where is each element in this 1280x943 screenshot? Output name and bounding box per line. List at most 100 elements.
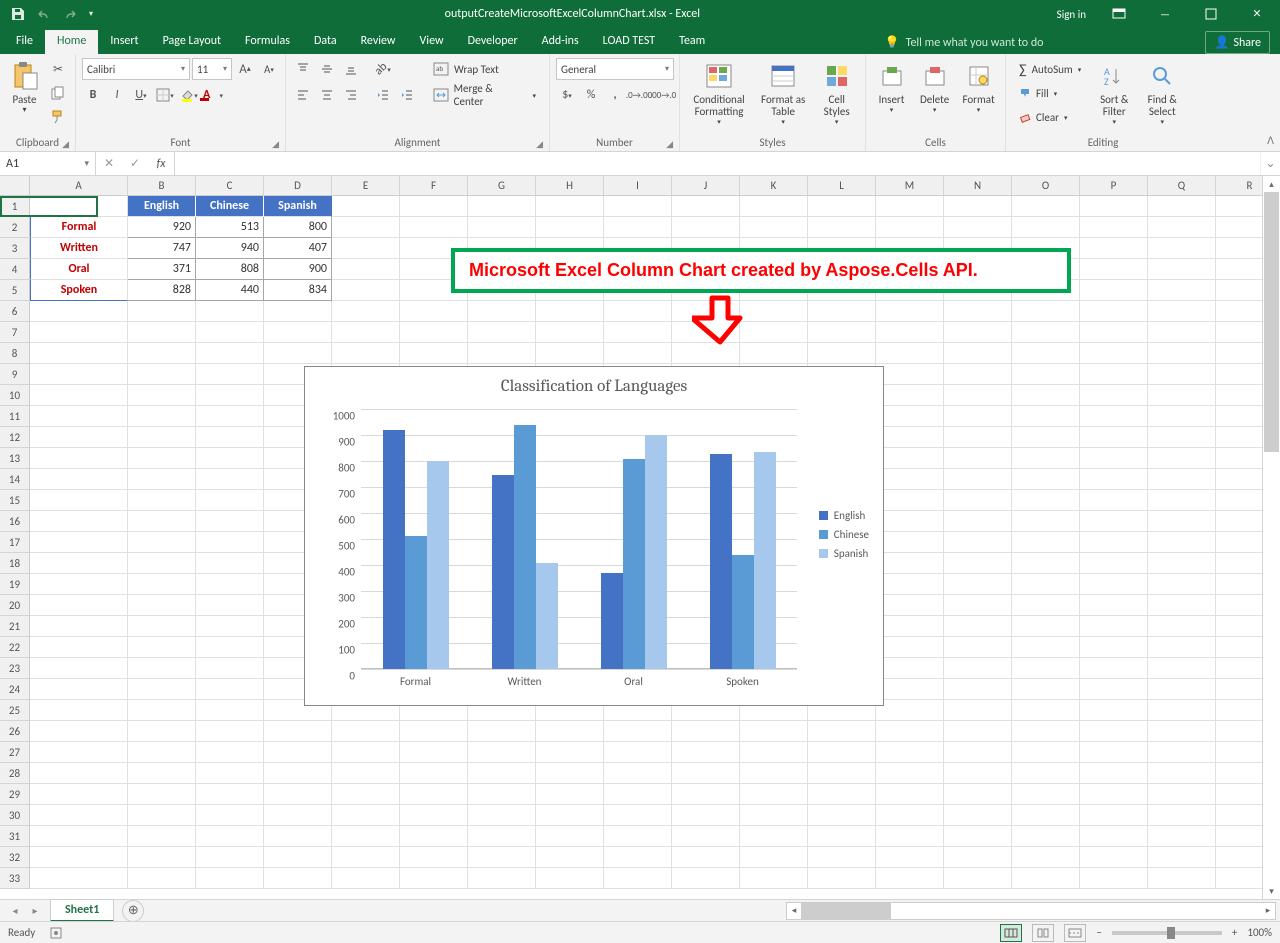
cell[interactable] — [1148, 469, 1216, 490]
borders-button[interactable]: ▾ — [154, 84, 176, 106]
cell[interactable] — [604, 196, 672, 217]
cell[interactable] — [196, 322, 264, 343]
cell[interactable] — [876, 532, 944, 553]
chart-bar[interactable] — [492, 475, 514, 669]
cell[interactable] — [1012, 553, 1080, 574]
cell[interactable] — [1080, 385, 1148, 406]
cell[interactable] — [876, 301, 944, 322]
column-header[interactable]: C — [196, 176, 264, 196]
column-header[interactable]: M — [876, 176, 944, 196]
cell[interactable] — [808, 217, 876, 238]
cell[interactable] — [944, 322, 1012, 343]
cell[interactable] — [876, 385, 944, 406]
row-header[interactable]: 27 — [0, 742, 30, 763]
cell[interactable]: 808 — [196, 259, 264, 280]
cell[interactable] — [944, 763, 1012, 784]
cell[interactable] — [876, 406, 944, 427]
cell[interactable] — [196, 469, 264, 490]
cell[interactable] — [1080, 238, 1148, 259]
cell[interactable] — [1148, 679, 1216, 700]
cell[interactable] — [332, 805, 400, 826]
cell[interactable] — [944, 511, 1012, 532]
cell[interactable] — [1148, 238, 1216, 259]
row-header[interactable]: 32 — [0, 847, 30, 868]
cell[interactable] — [264, 322, 332, 343]
cell[interactable] — [536, 301, 604, 322]
cell[interactable] — [196, 490, 264, 511]
cell[interactable] — [536, 721, 604, 742]
cell[interactable] — [30, 301, 128, 322]
increase-indent-button[interactable] — [396, 84, 418, 106]
cell[interactable] — [128, 805, 196, 826]
close-button[interactable]: × — [1234, 0, 1280, 28]
cell[interactable] — [30, 385, 128, 406]
cell[interactable]: 440 — [196, 280, 264, 301]
row-header[interactable]: 14 — [0, 469, 30, 490]
cell[interactable] — [876, 700, 944, 721]
cell[interactable] — [944, 637, 1012, 658]
cell[interactable] — [672, 784, 740, 805]
cell[interactable] — [1148, 763, 1216, 784]
cell[interactable] — [1148, 490, 1216, 511]
cell[interactable] — [876, 679, 944, 700]
sign-in-button[interactable]: Sign in — [1047, 0, 1096, 28]
cell[interactable] — [128, 343, 196, 364]
cell[interactable] — [1148, 574, 1216, 595]
cell[interactable] — [1012, 679, 1080, 700]
cell[interactable] — [196, 406, 264, 427]
cell[interactable] — [1080, 595, 1148, 616]
cell[interactable] — [1148, 217, 1216, 238]
cell[interactable] — [196, 364, 264, 385]
cell[interactable] — [30, 868, 128, 889]
cell[interactable] — [1080, 301, 1148, 322]
cell[interactable] — [30, 805, 128, 826]
cell[interactable] — [536, 847, 604, 868]
cell[interactable] — [1012, 469, 1080, 490]
formula-bar[interactable] — [175, 152, 1260, 175]
cell[interactable] — [1012, 574, 1080, 595]
cell[interactable] — [196, 385, 264, 406]
launcher-icon[interactable]: ◢ — [666, 139, 673, 150]
column-header[interactable]: A — [30, 176, 128, 196]
cell[interactable] — [1012, 721, 1080, 742]
cell[interactable] — [876, 343, 944, 364]
cell[interactable] — [1080, 553, 1148, 574]
cell[interactable] — [196, 658, 264, 679]
chart-bar[interactable] — [601, 573, 623, 669]
cell[interactable] — [264, 784, 332, 805]
column-header[interactable]: D — [264, 176, 332, 196]
cell[interactable] — [332, 721, 400, 742]
cell[interactable] — [332, 868, 400, 889]
cell[interactable] — [196, 637, 264, 658]
launcher-icon[interactable]: ◢ — [62, 139, 69, 150]
cell[interactable] — [740, 763, 808, 784]
cell[interactable] — [30, 637, 128, 658]
tab-review[interactable]: Review — [349, 30, 408, 54]
cell[interactable] — [128, 448, 196, 469]
cell[interactable] — [1148, 805, 1216, 826]
cell[interactable] — [536, 742, 604, 763]
cell[interactable] — [1148, 826, 1216, 847]
cell[interactable] — [468, 721, 536, 742]
cell[interactable] — [944, 553, 1012, 574]
comma-format-button[interactable]: , — [604, 84, 626, 106]
cell[interactable] — [128, 637, 196, 658]
cell[interactable] — [196, 343, 264, 364]
cell[interactable] — [536, 805, 604, 826]
cell[interactable] — [128, 784, 196, 805]
cell[interactable] — [604, 721, 672, 742]
cell[interactable] — [1080, 616, 1148, 637]
cell[interactable] — [740, 826, 808, 847]
cell[interactable] — [1012, 301, 1080, 322]
column-header[interactable]: F — [400, 176, 468, 196]
cell[interactable] — [196, 616, 264, 637]
cell[interactable] — [808, 784, 876, 805]
insert-function-button[interactable]: fx — [148, 157, 174, 171]
tab-team[interactable]: Team — [667, 30, 717, 54]
scroll-up-icon[interactable]: ▴ — [1263, 176, 1280, 192]
page-layout-view-button[interactable] — [1032, 924, 1054, 942]
format-as-table-button[interactable]: Format as Table ▾ — [756, 58, 810, 126]
row-header[interactable]: 12 — [0, 427, 30, 448]
cell[interactable] — [1148, 448, 1216, 469]
cell[interactable] — [128, 532, 196, 553]
